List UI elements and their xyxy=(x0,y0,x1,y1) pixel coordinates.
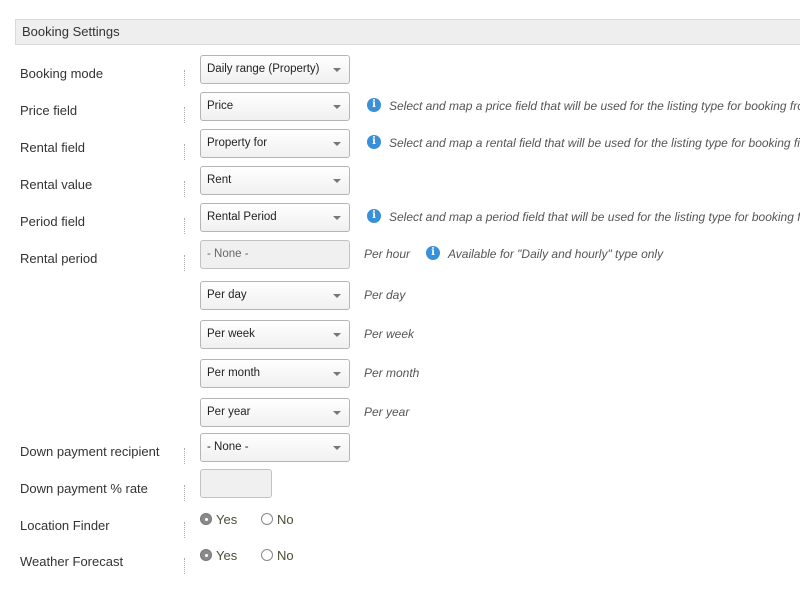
info-icon: i xyxy=(426,246,440,260)
row-divider xyxy=(184,485,185,501)
booking-mode-value: Daily range (Property) xyxy=(207,63,320,75)
radio-checked-icon xyxy=(200,513,212,525)
chevron-down-icon xyxy=(333,68,341,72)
row-divider xyxy=(184,107,185,123)
rental-period-hourly-input: - None - xyxy=(200,240,350,269)
rental-period-daily-select[interactable]: Per day xyxy=(200,281,350,310)
rental-period-label: Rental period xyxy=(20,251,98,266)
row-rental-period-daily: Per day Per day xyxy=(0,281,800,322)
rental-period-monthly-select[interactable]: Per month xyxy=(200,359,350,388)
per-year-label: Per year xyxy=(364,405,410,419)
rental-field-select[interactable]: Property for xyxy=(200,129,350,158)
rental-period-yearly-select[interactable]: Per year xyxy=(200,398,350,427)
rental-period-daily-value: Per day xyxy=(207,289,247,301)
period-field-label: Period field xyxy=(20,214,86,229)
price-field-hint: Select and map a price field that will b… xyxy=(389,99,800,113)
down-payment-recipient-select[interactable]: - None - xyxy=(200,433,350,462)
row-divider xyxy=(184,144,185,160)
booking-settings-page: Booking Settings Booking mode Daily rang… xyxy=(0,0,800,600)
rental-field-value: Property for xyxy=(207,137,268,149)
info-icon: i xyxy=(367,209,381,223)
rental-period-weekly-select[interactable]: Per week xyxy=(200,320,350,349)
chevron-down-icon xyxy=(333,294,341,298)
chevron-down-icon xyxy=(333,179,341,183)
radio-unchecked-icon xyxy=(261,549,273,561)
row-rental-period-weekly: Per week Per week xyxy=(0,320,800,361)
row-divider xyxy=(184,181,185,197)
rental-value-select[interactable]: Rent xyxy=(200,166,350,195)
chevron-down-icon xyxy=(333,372,341,376)
weather-forecast-yes-label: Yes xyxy=(216,548,238,563)
chevron-down-icon xyxy=(333,333,341,337)
row-divider xyxy=(184,218,185,234)
weather-forecast-no-label: No xyxy=(277,548,294,563)
location-finder-label: Location Finder xyxy=(20,518,110,533)
row-rental-period-monthly: Per month Per month xyxy=(0,359,800,400)
per-day-label: Per day xyxy=(364,288,406,302)
period-field-hint: Select and map a period field that will … xyxy=(389,210,800,224)
row-price-field: Price field Price i Select and map a pri… xyxy=(0,92,800,133)
row-rental-period: Rental period - None - Per hour i Availa… xyxy=(0,240,800,281)
location-finder-no-label: No xyxy=(277,512,294,527)
rental-value-value: Rent xyxy=(207,174,232,186)
chevron-down-icon xyxy=(333,411,341,415)
row-down-payment-rate: Down payment % rate xyxy=(0,469,800,511)
rental-value-label: Rental value xyxy=(20,177,93,192)
row-divider xyxy=(184,70,185,86)
period-field-value: Rental Period xyxy=(207,211,277,223)
per-week-label: Per week xyxy=(364,327,415,341)
chevron-down-icon xyxy=(333,142,341,146)
radio-checked-icon xyxy=(200,549,212,561)
rental-period-hourly-value: - None - xyxy=(207,248,249,260)
rental-period-hourly-hint: Available for "Daily and hourly" type on… xyxy=(448,247,664,261)
down-payment-recipient-value: - None - xyxy=(207,441,249,453)
row-divider xyxy=(184,522,185,538)
row-divider xyxy=(184,255,185,271)
row-weather-forecast: Weather Forecast Yes No xyxy=(0,548,800,584)
row-divider xyxy=(184,448,185,464)
price-field-value: Price xyxy=(207,100,234,112)
section-title: Booking Settings xyxy=(22,24,120,39)
row-rental-field: Rental field Property for i Select and m… xyxy=(0,129,800,170)
down-payment-rate-label: Down payment % rate xyxy=(20,481,148,496)
row-divider xyxy=(184,558,185,574)
section-header: Booking Settings xyxy=(15,19,800,45)
price-field-select[interactable]: Price xyxy=(200,92,350,121)
chevron-down-icon xyxy=(333,216,341,220)
down-payment-recipient-label: Down payment recipient xyxy=(20,444,160,459)
weather-forecast-label: Weather Forecast xyxy=(20,554,124,569)
per-month-label: Per month xyxy=(364,366,420,380)
booking-mode-select[interactable]: Daily range (Property) xyxy=(200,55,350,84)
period-field-select[interactable]: Rental Period xyxy=(200,203,350,232)
rental-field-label: Rental field xyxy=(20,140,86,155)
chevron-down-icon xyxy=(333,105,341,109)
rental-field-hint: Select and map a rental field that will … xyxy=(389,136,800,150)
rental-period-monthly-value: Per month xyxy=(207,367,261,379)
location-finder-yes-label: Yes xyxy=(216,512,238,527)
row-location-finder: Location Finder Yes No xyxy=(0,512,800,548)
row-rental-period-yearly: Per year Per year xyxy=(0,398,800,439)
rental-period-weekly-value: Per week xyxy=(207,328,255,340)
row-period-field: Period field Rental Period i Select and … xyxy=(0,203,800,244)
booking-mode-label: Booking mode xyxy=(20,66,104,81)
info-icon: i xyxy=(367,135,381,149)
rental-period-yearly-value: Per year xyxy=(207,406,251,418)
row-down-payment-recipient: Down payment recipient - None - xyxy=(0,433,800,474)
radio-unchecked-icon xyxy=(261,513,273,525)
per-hour-label: Per hour xyxy=(364,247,411,261)
info-icon: i xyxy=(367,98,381,112)
row-booking-mode: Booking mode Daily range (Property) xyxy=(0,55,800,96)
price-field-label: Price field xyxy=(20,103,78,118)
row-rental-value: Rental value Rent xyxy=(0,166,800,207)
down-payment-rate-input[interactable] xyxy=(200,469,272,498)
chevron-down-icon xyxy=(333,446,341,450)
